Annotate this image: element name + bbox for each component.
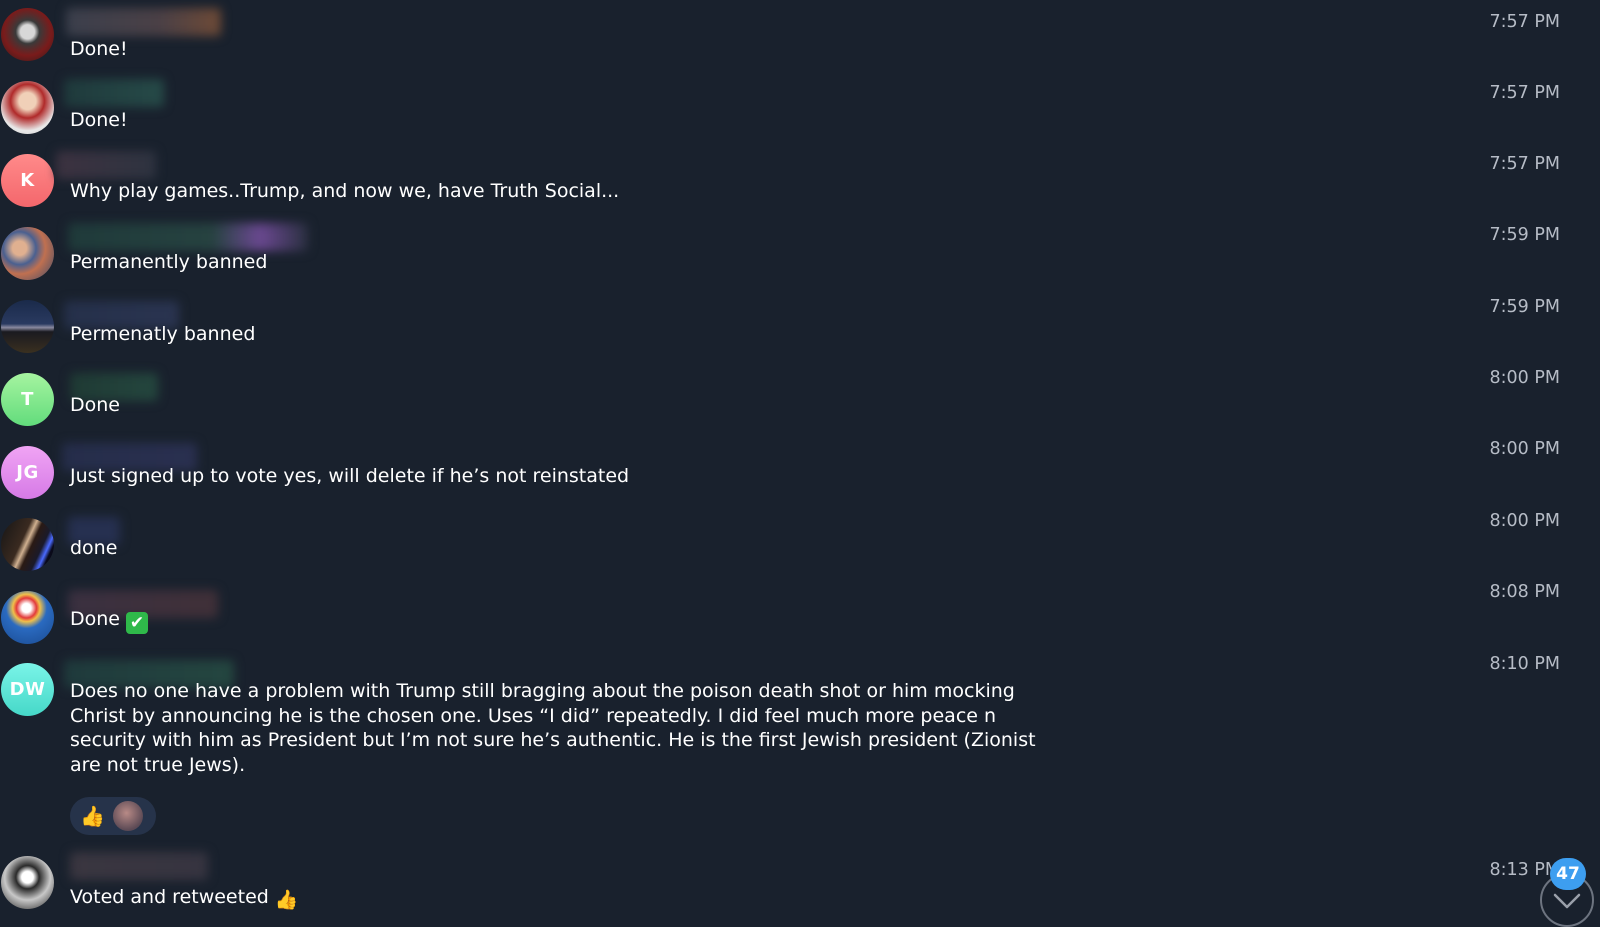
message-text-content: Voted and retweeted [70, 886, 269, 908]
avatar[interactable] [1, 300, 54, 353]
message-time: 7:57 PM [1489, 83, 1560, 103]
message-time: 7:59 PM [1489, 297, 1560, 317]
sender-name[interactable] [70, 852, 208, 880]
message-text: Done! [70, 38, 128, 60]
reactions-bar[interactable]: 👍 [70, 797, 156, 835]
message-time: 7:57 PM [1489, 12, 1560, 32]
avatar[interactable]: K [1, 154, 54, 207]
avatar[interactable]: JG [1, 446, 54, 499]
message-text: Why play games..Trump, and now we, have … [70, 180, 620, 202]
thumbs-up-icon: 👍 [274, 889, 299, 911]
message-text: Permenatly banned [70, 323, 256, 345]
sender-name[interactable] [56, 151, 156, 179]
message-text: Just signed up to vote yes, will delete … [70, 465, 630, 487]
avatar[interactable] [1, 591, 54, 644]
message-time: 7:57 PM [1489, 154, 1560, 174]
message-text: Done! [70, 109, 128, 131]
message-text: Done [70, 394, 120, 416]
check-mark-icon: ✔ [126, 612, 148, 634]
sender-name[interactable] [66, 8, 221, 36]
message-text-content: Done [70, 608, 120, 630]
message-time: 8:08 PM [1489, 582, 1560, 602]
message-time: 8:00 PM [1489, 511, 1560, 531]
unread-count-badge: 47 [1550, 858, 1586, 890]
thumbs-up-icon[interactable]: 👍 [80, 804, 105, 828]
sender-name[interactable] [64, 79, 164, 107]
message-text: Done ✔ [70, 607, 148, 634]
message-time: 8:00 PM [1489, 368, 1560, 388]
reaction-avatar[interactable] [112, 801, 143, 831]
message-time: 7:59 PM [1489, 225, 1560, 245]
message-text: Permanently banned [70, 251, 268, 273]
avatar[interactable]: T [1, 373, 54, 426]
avatar[interactable]: DW [1, 663, 54, 716]
message-text: done [70, 537, 118, 559]
avatar[interactable] [1, 8, 54, 61]
sender-name[interactable] [68, 223, 308, 251]
avatar[interactable] [1, 856, 54, 909]
avatar[interactable] [1, 227, 54, 280]
avatar[interactable] [1, 518, 54, 571]
message-time: 8:00 PM [1489, 439, 1560, 459]
message-text: Does no one have a problem with Trump st… [70, 680, 1036, 776]
avatar[interactable] [1, 81, 54, 134]
message-time: 8:10 PM [1489, 654, 1560, 674]
message-text: Voted and retweeted 👍 [70, 885, 299, 913]
